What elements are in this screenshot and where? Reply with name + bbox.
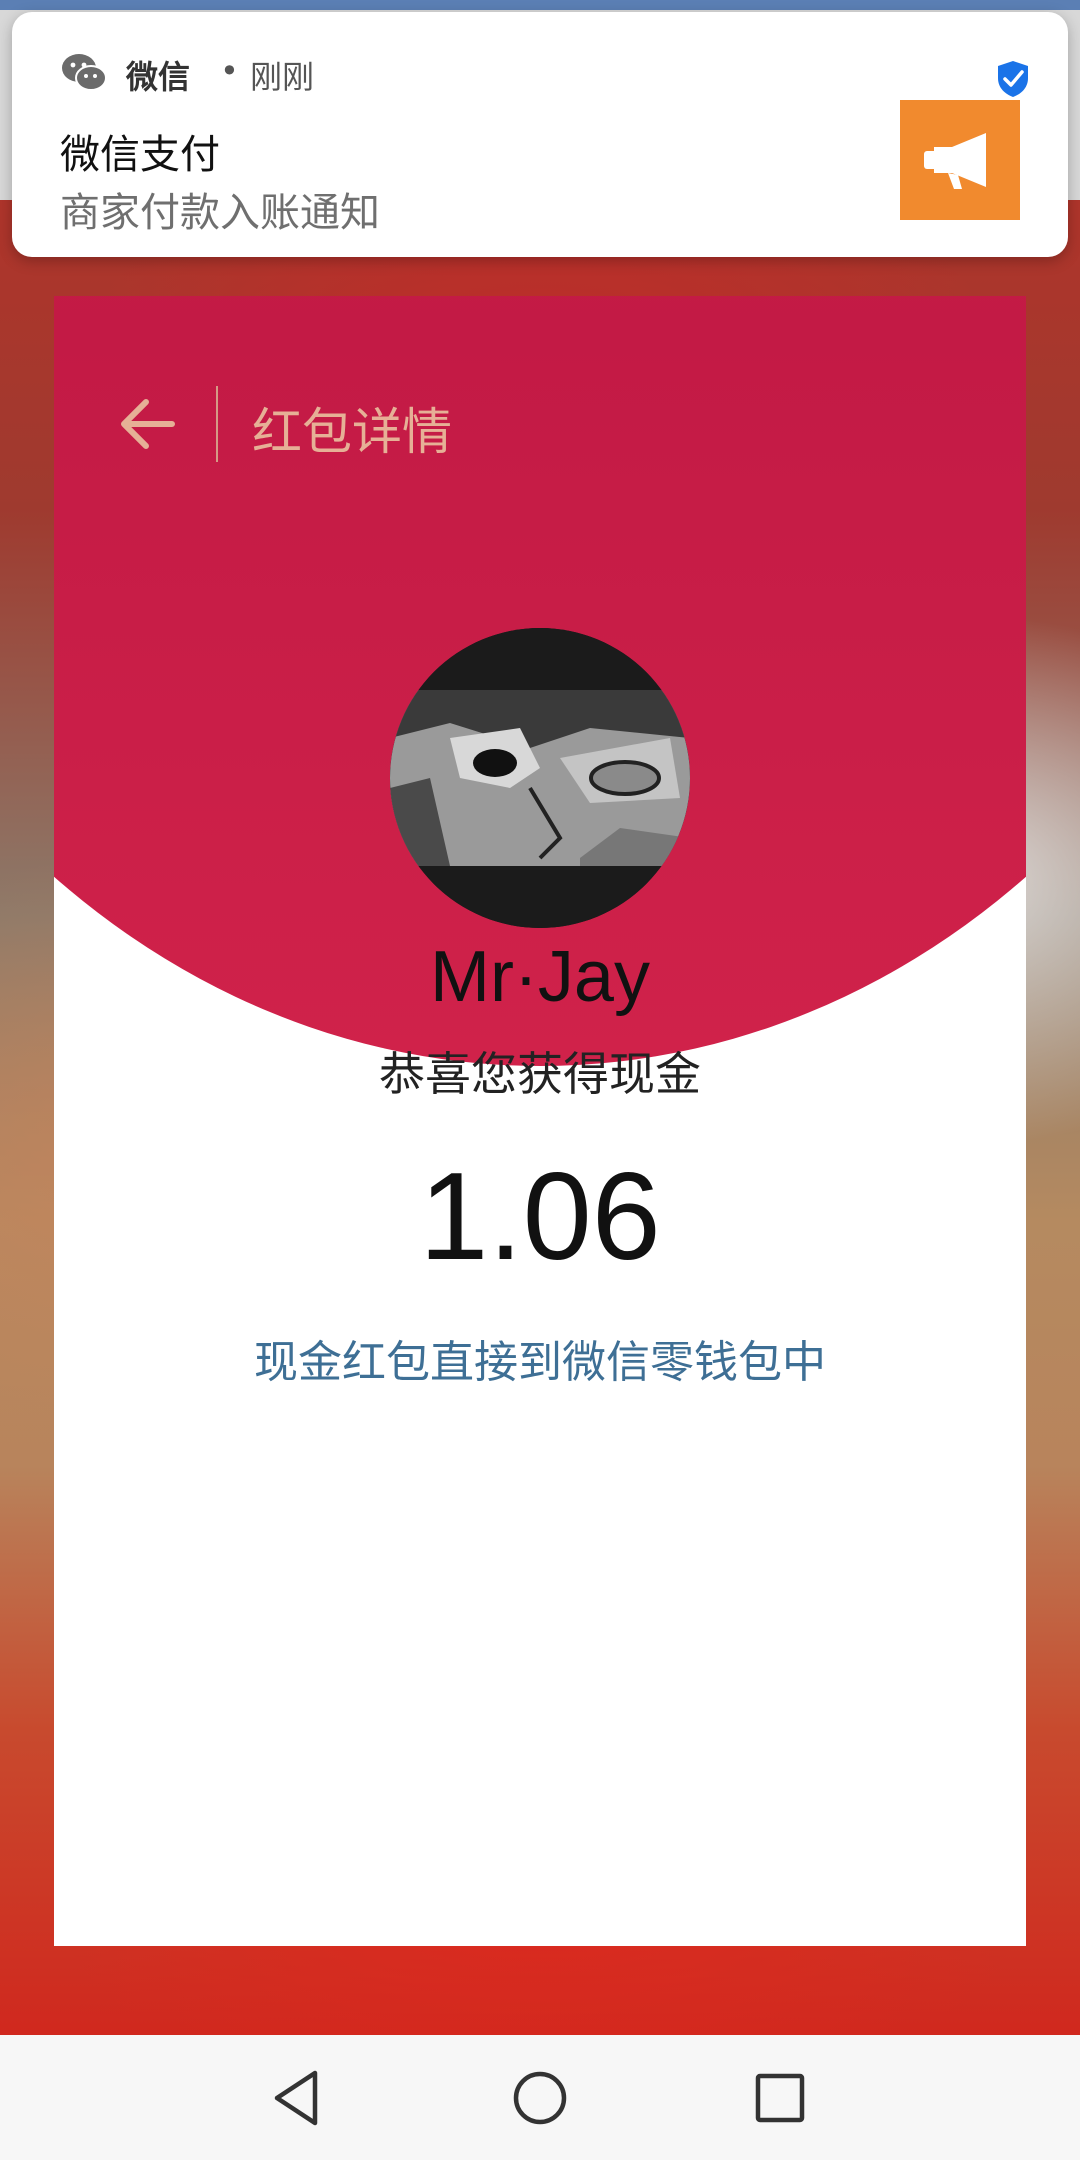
header-divider	[216, 386, 218, 462]
notification-app-name: 微信	[126, 58, 191, 96]
back-arrow-icon[interactable]	[112, 394, 182, 454]
shield-check-icon	[998, 61, 1028, 97]
square-recents-icon[interactable]	[745, 2063, 815, 2133]
wechat-icon	[62, 54, 107, 91]
status-bar-strip	[0, 0, 1080, 10]
notification-card[interactable]: 微信 • 刚刚 微信支付 商家付款入账通知	[12, 12, 1068, 257]
red-packet-card: 红包详情 Mr·Jay 恭喜您获得现金 1.06 现金红包直接到微信零钱包中	[54, 296, 1026, 1946]
greeting-message: 恭喜您获得现金	[379, 1047, 701, 1101]
notification-thumbnail	[900, 100, 1020, 220]
amount-value: 1.06	[419, 1148, 661, 1286]
megaphone-icon	[924, 133, 986, 189]
avatar	[390, 628, 690, 928]
circle-home-icon[interactable]	[505, 2063, 575, 2133]
triangle-back-icon[interactable]	[265, 2063, 335, 2133]
sender-name: Mr·Jay	[430, 937, 650, 1017]
notification-title: 微信支付	[60, 132, 220, 178]
notification-separator: •	[220, 52, 239, 90]
notification-body: 商家付款入账通知	[60, 190, 380, 236]
page-title: 红包详情	[252, 403, 452, 461]
avatar-image	[390, 628, 690, 928]
wallet-note-link[interactable]: 现金红包直接到微信零钱包中	[54, 1326, 1026, 1390]
notification-time: 刚刚	[250, 58, 315, 96]
system-navigation-bar	[0, 2035, 1080, 2160]
